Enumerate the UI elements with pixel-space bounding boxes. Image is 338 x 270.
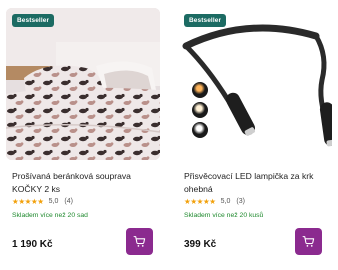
stock-status: Skladem více než 20 kusů	[184, 212, 264, 219]
review-count: (3)	[236, 198, 245, 205]
product-title[interactable]: Přisvěcovací LED lampička za krk ohebná	[184, 170, 334, 195]
color-swatch-neutral[interactable]	[192, 102, 208, 118]
product-card-bedding[interactable]: Bestseller Prošívaná beránková souprava …	[0, 0, 168, 270]
product-rating: ★★★★★ 5,0 (3)	[184, 197, 245, 206]
color-swatch-cool[interactable]	[192, 122, 208, 138]
product-price: 399 Kč	[184, 239, 217, 250]
rating-value: 5,0	[48, 198, 59, 205]
product-card-led-lamp[interactable]: Bestseller Přisvěcovací LED lampička za …	[178, 0, 338, 270]
product-image-bedding[interactable]: Bestseller	[6, 8, 160, 160]
bestseller-badge: Bestseller	[184, 14, 227, 27]
product-image-led-lamp[interactable]: Bestseller	[178, 8, 332, 160]
stock-status: Skladem více než 20 sad	[12, 212, 88, 219]
cart-icon	[302, 236, 315, 247]
add-to-cart-button[interactable]	[126, 228, 153, 255]
cart-icon	[133, 236, 146, 247]
bestseller-badge: Bestseller	[12, 14, 55, 27]
review-count: (4)	[64, 198, 73, 205]
color-swatch-warm[interactable]	[192, 82, 208, 98]
add-to-cart-button[interactable]	[295, 228, 322, 255]
product-title[interactable]: Prošívaná beránková souprava KOČKY 2 ks	[12, 170, 162, 195]
bedding-cats-photo-icon	[6, 8, 160, 160]
product-rating: ★★★★★ 5,0 (4)	[12, 197, 73, 206]
rating-stars-icon: ★★★★★	[184, 197, 216, 206]
rating-value: 5,0	[220, 198, 231, 205]
rating-stars-icon: ★★★★★	[12, 197, 44, 206]
product-price: 1 190 Kč	[12, 239, 53, 250]
